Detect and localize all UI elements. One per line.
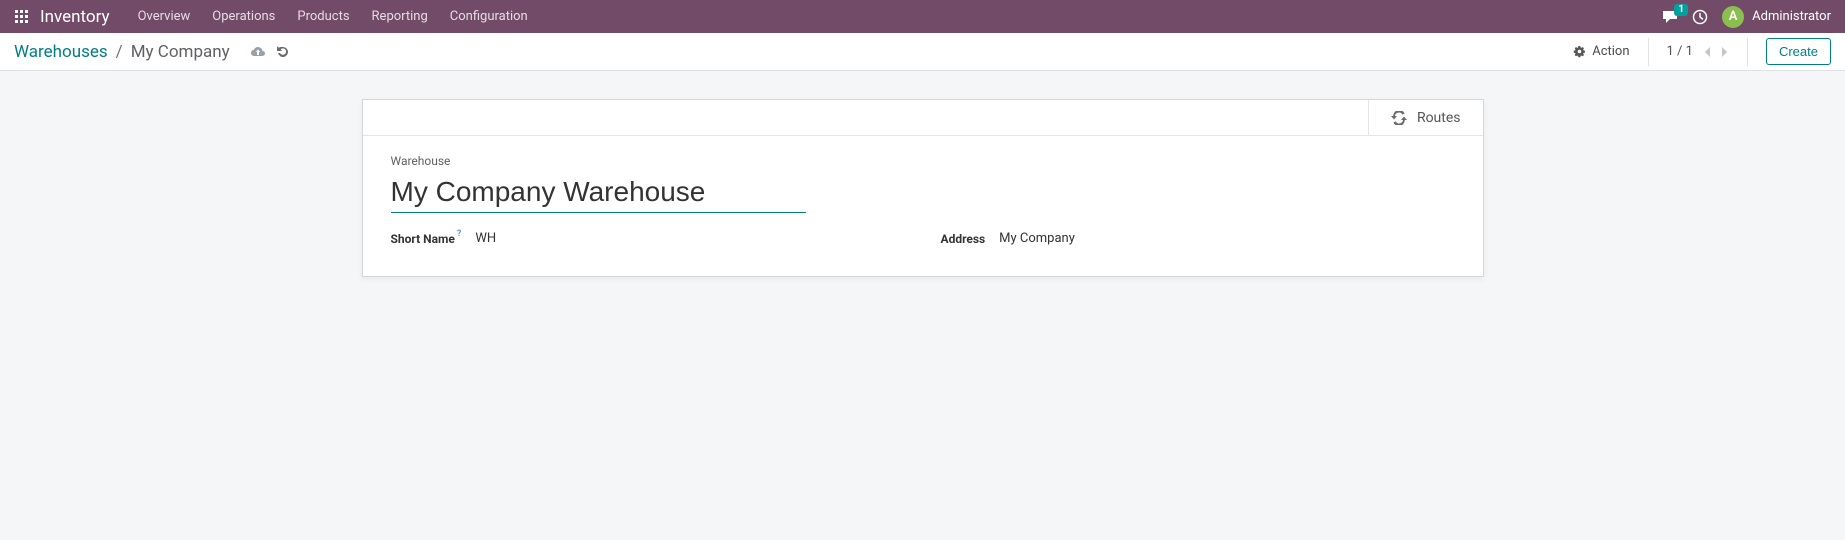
action-label: Action [1592,44,1629,59]
nav-reporting[interactable]: Reporting [362,3,438,30]
save-cloud-icon[interactable] [250,46,266,58]
short-name-label-text: Short Name [391,232,455,246]
short-name-field: Short Name ? WH [391,231,941,246]
create-button[interactable]: Create [1766,38,1831,65]
short-name-value[interactable]: WH [475,231,496,246]
address-label: Address [941,232,986,246]
pager-prev[interactable] [1703,46,1711,58]
app-title[interactable]: Inventory [40,7,110,27]
user-menu[interactable]: A Administrator [1722,6,1831,28]
warehouse-name-wrap [391,174,806,213]
username: Administrator [1752,9,1831,24]
nav-configuration[interactable]: Configuration [440,3,538,30]
controlbar-right: Action 1 / 1 Create [1573,38,1831,66]
action-menu-button[interactable]: Action [1573,44,1629,59]
messages-button[interactable]: 1 [1662,10,1678,24]
chevron-left-icon [1703,46,1711,58]
pager-text: 1 / 1 [1667,44,1693,59]
refresh-icon [1391,111,1407,125]
sheet-wrap: Routes Warehouse Short Name ? WH Address… [0,71,1845,277]
address-value[interactable]: My Company [999,231,1075,246]
nav-operations[interactable]: Operations [202,3,285,30]
topbar-right: 1 A Administrator [1662,6,1831,28]
chevron-right-icon [1721,46,1729,58]
cloud-upload-icon [250,46,266,58]
divider [1648,38,1649,66]
messages-badge: 1 [1674,4,1688,16]
undo-icon [276,45,290,59]
form-sheet: Routes Warehouse Short Name ? WH Address… [362,99,1484,277]
breadcrumb-separator: / [116,42,123,62]
breadcrumb: Warehouses / My Company [14,42,290,62]
divider [1747,38,1748,66]
activities-button[interactable] [1692,9,1708,25]
sheet-body: Warehouse Short Name ? WH Address My Com… [363,136,1483,276]
gear-icon [1573,45,1586,58]
address-field: Address My Company [941,231,1075,246]
routes-label: Routes [1417,110,1461,126]
nav-overview[interactable]: Overview [128,3,201,30]
breadcrumb-current: My Company [131,42,230,62]
avatar: A [1722,6,1744,28]
pager: 1 / 1 [1667,44,1729,59]
routes-button[interactable]: Routes [1368,100,1483,135]
apps-grid-icon[interactable] [14,9,30,25]
pager-next[interactable] [1721,46,1729,58]
nav-menu: Overview Operations Products Reporting C… [128,3,538,30]
nav-products[interactable]: Products [287,3,359,30]
warehouse-name-input[interactable] [391,174,806,212]
help-icon[interactable]: ? [457,229,461,239]
form-columns: Short Name ? WH Address My Company [391,231,1455,246]
warehouse-label: Warehouse [391,154,1455,168]
topbar: Inventory Overview Operations Products R… [0,0,1845,33]
short-name-label: Short Name ? [391,232,462,246]
breadcrumb-root[interactable]: Warehouses [14,42,108,62]
discard-icon[interactable] [276,45,290,59]
controlbar: Warehouses / My Company Action 1 / 1 [0,33,1845,71]
clock-icon [1692,9,1708,25]
sheet-statusbar: Routes [363,100,1483,136]
